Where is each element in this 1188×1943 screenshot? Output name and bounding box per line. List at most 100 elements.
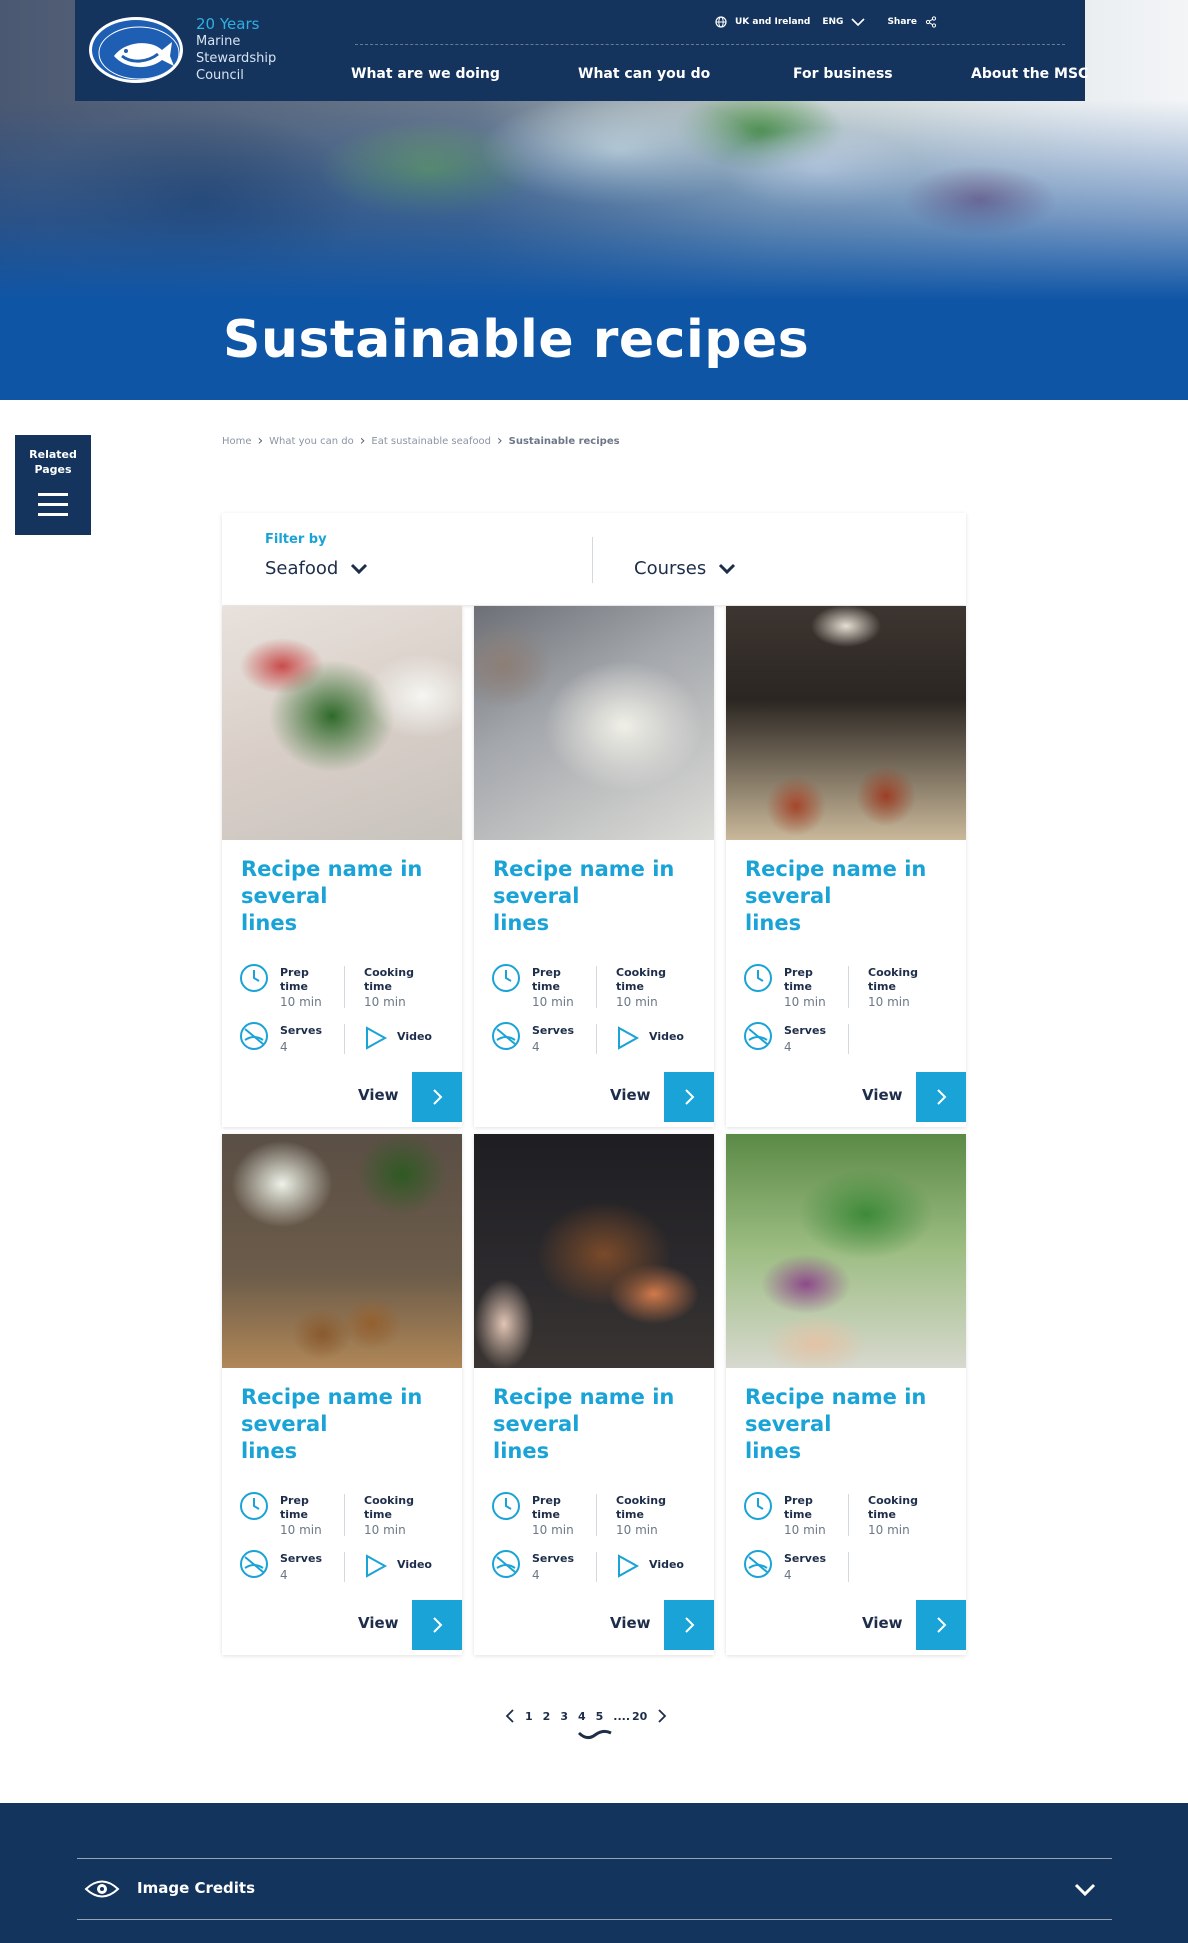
page-link-last[interactable]: 20: [632, 1710, 647, 1723]
recipe-image[interactable]: [726, 1134, 966, 1368]
courses-value: Courses: [634, 558, 707, 579]
view-button[interactable]: [412, 1600, 462, 1650]
prep-time-label-line: Prep: [784, 966, 813, 979]
page-link[interactable]: 4: [578, 1710, 586, 1723]
view-button[interactable]: [916, 1072, 966, 1122]
share-button[interactable]: Share: [887, 17, 917, 27]
chevron-down-icon[interactable]: [851, 17, 866, 27]
cooking-time-label: Cooking time: [616, 966, 672, 994]
recipe-title[interactable]: Recipe name in several lines: [241, 1384, 441, 1465]
recipe-image[interactable]: [474, 606, 714, 840]
play-icon[interactable]: [616, 1026, 646, 1056]
nav-about-the-msc[interactable]: About the MSC: [971, 66, 1088, 82]
recipe-card[interactable]: Recipe name in several lines Prep time 10 min…: [222, 1134, 462, 1655]
cooking-time-label-line: Cooking: [616, 1494, 666, 1507]
view-button[interactable]: [664, 1072, 714, 1122]
recipe-card[interactable]: Recipe name in several lines Prep time 10 min…: [726, 1134, 966, 1655]
courses-dropdown[interactable]: Courses: [634, 558, 736, 579]
recipe-title[interactable]: Recipe name in several lines: [745, 856, 945, 937]
recipe-card[interactable]: Recipe name in several lines Prep time 10 min…: [726, 606, 966, 1127]
serves-icon: [239, 1021, 269, 1051]
page-link[interactable]: 2: [543, 1710, 551, 1723]
clock-icon: [743, 1491, 773, 1521]
serves-icon: [743, 1549, 773, 1579]
recipe-title-line: lines: [745, 911, 802, 935]
site-header: 20 Years Marine Stewardship Council UK a…: [75, 0, 1088, 101]
chevron-down-icon: [719, 563, 736, 574]
recipe-title-line: Recipe name in: [493, 1385, 675, 1409]
related-label: Related: [29, 448, 77, 461]
msc-logo[interactable]: [89, 17, 183, 83]
view-button[interactable]: [664, 1600, 714, 1650]
recipe-title[interactable]: Recipe name in several lines: [241, 856, 441, 937]
nav-for-business[interactable]: For business: [793, 66, 893, 82]
recipe-title-line: lines: [241, 911, 298, 935]
view-link[interactable]: View: [862, 1614, 903, 1632]
page-link[interactable]: 3: [560, 1710, 568, 1723]
chevron-left-icon[interactable]: [505, 1709, 515, 1723]
prep-time-value: 10 min: [280, 1523, 322, 1537]
nav-what-can-you-do[interactable]: What can you do: [578, 66, 710, 82]
seafood-value: Seafood: [265, 558, 339, 579]
image-credits-label[interactable]: Image Credits: [137, 1879, 255, 1897]
recipe-title[interactable]: Recipe name in several lines: [493, 1384, 693, 1465]
view-link[interactable]: View: [862, 1086, 903, 1104]
main-nav: What are we doing What can you do For bu…: [351, 66, 1088, 90]
page-link[interactable]: 5: [596, 1710, 604, 1723]
seafood-dropdown[interactable]: Seafood: [265, 558, 368, 579]
recipe-image[interactable]: [726, 606, 966, 840]
prep-time-label: Prep time: [280, 1494, 336, 1522]
video-label[interactable]: Video: [649, 1558, 705, 1572]
logo-name-line: Marine: [196, 34, 241, 49]
nav-what-are-we-doing[interactable]: What are we doing: [351, 66, 500, 82]
cooking-time-value: 10 min: [868, 1523, 910, 1537]
language-selector[interactable]: ENG: [822, 17, 843, 27]
clock-icon: [239, 1491, 269, 1521]
recipe-card[interactable]: Recipe name in several lines Prep time 10 min…: [474, 1134, 714, 1655]
recipe-image[interactable]: [474, 1134, 714, 1368]
meta-divider: [848, 1024, 849, 1054]
recipe-title[interactable]: Recipe name in several lines: [493, 856, 693, 937]
footer: Image Credits: [0, 1803, 1188, 1943]
play-icon[interactable]: [364, 1554, 394, 1584]
cooking-time-label-line: Cooking: [868, 966, 918, 979]
cooking-time-label-line: Cooking: [364, 966, 414, 979]
view-link[interactable]: View: [610, 1086, 651, 1104]
breadcrumb-what-you-can-do[interactable]: What you can do: [269, 436, 354, 447]
serves-value: 4: [784, 1040, 792, 1054]
video-label[interactable]: Video: [397, 1558, 453, 1572]
recipe-image[interactable]: [222, 1134, 462, 1368]
view-button[interactable]: [412, 1072, 462, 1122]
view-link[interactable]: View: [358, 1086, 399, 1104]
prep-time-label-line: time: [784, 980, 812, 993]
play-icon[interactable]: [364, 1026, 394, 1056]
view-link[interactable]: View: [358, 1614, 399, 1632]
view-button[interactable]: [916, 1600, 966, 1650]
clock-icon: [743, 963, 773, 993]
view-link[interactable]: View: [610, 1614, 651, 1632]
recipe-image[interactable]: [222, 606, 462, 840]
serves-value: 4: [532, 1568, 540, 1582]
play-icon[interactable]: [616, 1554, 646, 1584]
chevron-down-icon[interactable]: [1074, 1883, 1096, 1897]
share-icon[interactable]: [925, 16, 937, 28]
recipe-card[interactable]: Recipe name in several lines Prep time 10 min…: [474, 606, 714, 1127]
recipe-title[interactable]: Recipe name in several lines: [745, 1384, 945, 1465]
video-label[interactable]: Video: [649, 1030, 705, 1044]
breadcrumb-home[interactable]: Home: [222, 436, 252, 447]
related-pages-button[interactable]: Related Pages: [15, 435, 91, 535]
serves-value: 4: [532, 1040, 540, 1054]
logo-years: 20 Years: [196, 15, 260, 33]
chevron-right-icon: ›: [257, 433, 264, 449]
logo-name-line: Stewardship: [196, 51, 277, 66]
meta-divider: [848, 966, 849, 1008]
page-link[interactable]: 1: [525, 1710, 533, 1723]
recipe-title-line: several: [493, 884, 580, 908]
breadcrumb-eat-sustainable-seafood[interactable]: Eat sustainable seafood: [371, 436, 491, 447]
region-selector[interactable]: UK and Ireland: [735, 17, 810, 27]
recipe-card[interactable]: Recipe name in several lines Prep time 10 min…: [222, 606, 462, 1127]
video-label[interactable]: Video: [397, 1030, 453, 1044]
cooking-time-label-line: time: [364, 980, 392, 993]
related-label: Pages: [34, 463, 72, 476]
chevron-right-icon[interactable]: [657, 1709, 667, 1723]
